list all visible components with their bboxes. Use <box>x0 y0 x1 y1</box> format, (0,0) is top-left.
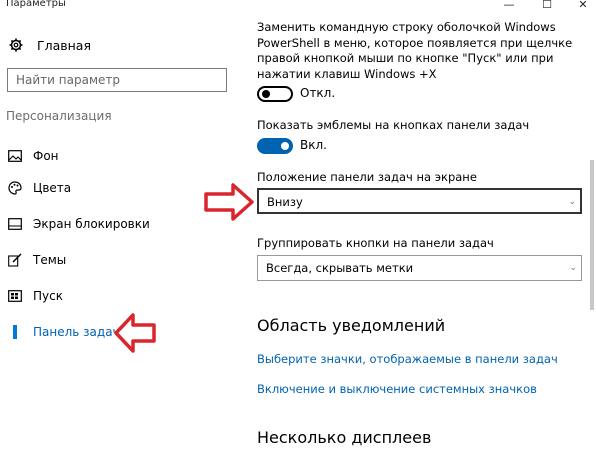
sidebar-item-colors[interactable]: Цвета <box>0 177 232 199</box>
sidebar-item-label: Цвета <box>33 181 72 195</box>
group-select[interactable]: Всегда, скрывать метки ⌄ <box>257 255 582 281</box>
close-button[interactable]: ✕ <box>574 0 592 12</box>
sidebar-home-label: Главная <box>37 37 91 53</box>
notifications-heading: Область уведомлений <box>257 316 446 335</box>
position-select[interactable]: Внизу ⌄ <box>257 188 582 214</box>
position-select-value: Внизу <box>267 195 303 209</box>
powershell-toggle-state: Откл. <box>300 86 336 100</box>
sidebar-item-home[interactable]: Главная <box>9 36 91 54</box>
palette-icon <box>8 181 22 195</box>
system-icons-link[interactable]: Включение и выключение системных значков <box>257 382 537 396</box>
scrollbar[interactable] <box>590 160 594 310</box>
gear-icon <box>9 38 23 52</box>
search-input[interactable] <box>16 72 206 88</box>
section-title: Персонализация <box>6 109 112 123</box>
annotation-arrow-left-icon <box>114 313 156 353</box>
group-select-value: Всегда, скрывать метки <box>266 261 414 275</box>
sidebar-item-label: Темы <box>33 253 67 267</box>
picture-icon <box>8 149 22 163</box>
sidebar-item-themes[interactable]: Темы <box>0 249 232 271</box>
chevron-down-icon: ⌄ <box>568 197 576 207</box>
badges-toggle-state: Вкл. <box>300 138 327 152</box>
sidebar-item-lock-screen[interactable]: Экран блокировки <box>0 213 232 235</box>
taskbar-icon <box>8 325 22 339</box>
brush-icon <box>8 253 22 267</box>
badges-toggle[interactable] <box>257 138 293 154</box>
search-box[interactable] <box>7 68 227 92</box>
sidebar-item-label: Экран блокировки <box>33 217 150 231</box>
powershell-toggle[interactable] <box>257 86 293 102</box>
group-label: Группировать кнопки на панели задач <box>257 236 494 250</box>
sidebar-item-label: Фон <box>33 149 59 163</box>
start-icon <box>8 289 22 303</box>
maximize-button[interactable]: ☐ <box>538 0 556 12</box>
annotation-arrow-right-icon <box>204 183 254 221</box>
displays-heading: Несколько дисплеев <box>257 428 432 447</box>
powershell-description: Заменить командную строку оболочкой Wind… <box>257 20 573 81</box>
window-title: Параметры <box>6 0 66 9</box>
sidebar-item-label: Пуск <box>33 289 63 303</box>
minimize-button[interactable]: — <box>500 0 518 12</box>
position-label: Положение панели задач на экране <box>257 170 477 184</box>
chevron-down-icon: ⌄ <box>569 263 577 273</box>
select-taskbar-icons-link[interactable]: Выберите значки, отображаемые в панели з… <box>257 352 558 366</box>
sidebar: Главная Персонализация Фон Цвета Экран б… <box>0 14 232 463</box>
main-content: Заменить командную строку оболочкой Wind… <box>232 14 596 463</box>
sidebar-item-start[interactable]: Пуск <box>0 285 232 307</box>
badges-label: Показать эмблемы на кнопках панели задач <box>257 118 530 132</box>
sidebar-item-label: Панель задач <box>33 325 120 339</box>
sidebar-item-background[interactable]: Фон <box>0 145 232 167</box>
lock-screen-icon <box>8 217 22 231</box>
title-bar: Параметры — ☐ ✕ <box>0 0 596 14</box>
